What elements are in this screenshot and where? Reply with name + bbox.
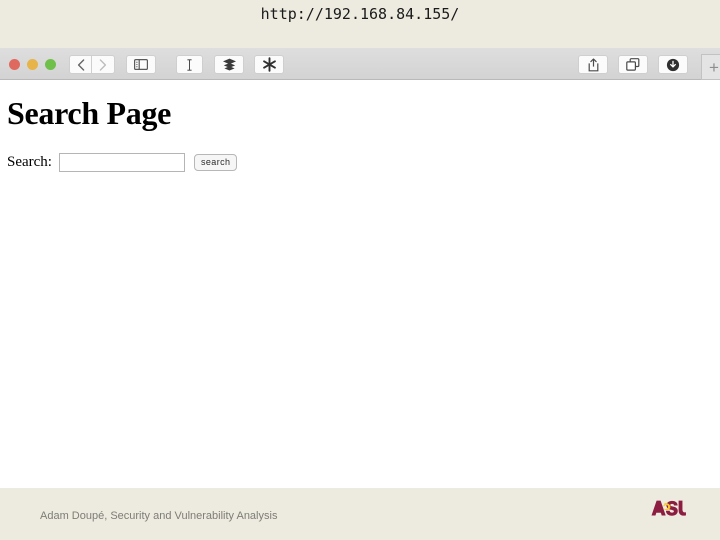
search-input[interactable] xyxy=(58,153,185,172)
sidebar-toggle-button[interactable] xyxy=(126,55,156,74)
minimize-window-button[interactable] xyxy=(27,59,38,70)
share-button[interactable] xyxy=(578,55,608,74)
download-icon xyxy=(666,58,680,72)
downloads-button[interactable] xyxy=(658,55,688,74)
search-label: Search: xyxy=(7,154,52,170)
text-cursor-icon xyxy=(186,58,193,71)
slide-banner: http://192.168.84.155/ xyxy=(0,0,720,48)
page-title: Search Page xyxy=(7,95,172,131)
back-button[interactable] xyxy=(69,55,91,74)
footer-credit: Adam Doupé, Security and Vulnerability A… xyxy=(40,510,278,522)
zoom-window-button[interactable] xyxy=(45,59,56,70)
reader-button[interactable] xyxy=(176,55,203,74)
forward-icon xyxy=(99,58,107,71)
new-tab-button[interactable]: + xyxy=(701,54,720,80)
banner-url-caption: http://192.168.84.155/ xyxy=(260,5,460,23)
tabs-icon xyxy=(626,58,640,71)
layers-button[interactable] xyxy=(214,55,244,74)
window-controls xyxy=(9,59,56,70)
asu-logo xyxy=(650,498,686,518)
tab-overview-button[interactable] xyxy=(618,55,648,74)
back-icon xyxy=(77,58,85,71)
share-icon xyxy=(587,57,600,72)
search-form: Search: search xyxy=(7,153,238,172)
layers-icon xyxy=(222,58,237,71)
forward-button[interactable] xyxy=(91,55,115,74)
browser-toolbar: 192.168.84.155 xyxy=(0,48,720,123)
screenshot-root: http://192.168.84.155/ + Search Page Sea… xyxy=(0,0,720,540)
close-window-button[interactable] xyxy=(9,59,20,70)
search-submit-button[interactable]: search xyxy=(193,154,238,171)
page-content: Search Page Search: search xyxy=(0,81,720,488)
snowflake-icon xyxy=(262,57,277,72)
sidebar-icon xyxy=(134,59,148,70)
snowflake-button[interactable] xyxy=(254,55,284,74)
